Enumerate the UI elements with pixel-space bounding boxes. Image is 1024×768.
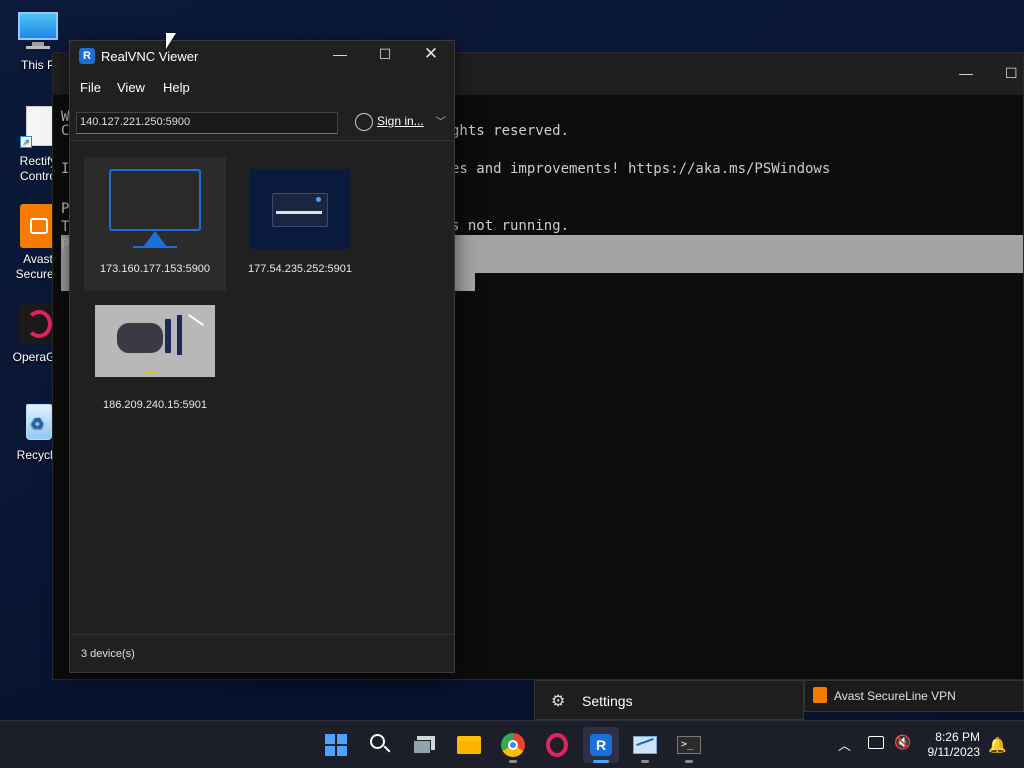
device-thumbnail	[95, 305, 215, 377]
monitor-icon	[105, 169, 225, 248]
menu-view[interactable]: View	[117, 80, 145, 95]
notification-bell-icon[interactable]: 🔔	[988, 736, 1007, 754]
terminal-icon: >_	[677, 736, 701, 754]
monitor-icon	[16, 10, 60, 54]
avast-label: Avast SecureLine VPN	[834, 689, 956, 703]
terminal-line: s not running.	[451, 218, 570, 234]
realvnc-app-icon: R	[79, 48, 95, 64]
address-input[interactable]: 140.127.221.250:5900	[76, 112, 338, 134]
taskbar: R >_ ︿ 🔇 8:26 PM 9/11/2023 🔔	[0, 720, 1024, 768]
sign-in-button[interactable]: Sign in... ﹀	[355, 113, 446, 131]
menu-bar: File View Help	[70, 71, 454, 101]
device-label: 177.54.235.252:5901	[248, 263, 352, 275]
volume-muted-icon[interactable]: 🔇	[894, 734, 911, 751]
search-button[interactable]	[362, 727, 398, 763]
avast-vpn-icon	[813, 687, 827, 703]
sign-in-label: Sign in...	[377, 114, 424, 129]
network-icon[interactable]	[868, 736, 884, 749]
maximize-icon[interactable]: ☐	[370, 46, 400, 63]
realvnc-taskbar-button[interactable]: R	[583, 727, 619, 763]
menu-help[interactable]: Help	[163, 80, 190, 95]
address-row: 140.127.221.250:5900 Sign in... ﹀	[70, 101, 454, 141]
close-icon[interactable]: ✕	[416, 44, 446, 64]
device-tile[interactable]: 177.54.235.252:5901	[229, 157, 371, 291]
terminal-line: ghts reserved.	[451, 123, 570, 139]
vnc-titlebar[interactable]: R RealVNC Viewer — ☐ ✕	[70, 41, 454, 71]
avast-popup[interactable]: Avast SecureLine VPN	[804, 680, 1024, 712]
clock-time: 8:26 PM	[935, 730, 980, 744]
realvnc-app-icon: R	[590, 734, 612, 756]
menu-file[interactable]: File	[80, 80, 101, 95]
clock[interactable]: 8:26 PM 9/11/2023	[928, 730, 981, 760]
terminal-line: es and improvements! https://aka.ms/PSWi…	[451, 161, 831, 177]
user-icon	[355, 113, 373, 131]
device-thumbnail	[250, 169, 350, 249]
device-label: 173.160.177.153:5900	[99, 263, 211, 275]
clock-date: 9/11/2023	[927, 745, 981, 759]
chevron-down-icon: ﹀	[435, 117, 446, 129]
device-label: 186.209.240.15:5901	[103, 399, 207, 411]
realvnc-viewer-window[interactable]: R RealVNC Viewer — ☐ ✕ File View Help 14…	[69, 40, 455, 673]
device-tile[interactable]: 186.209.240.15:5901	[84, 293, 226, 427]
window-title: RealVNC Viewer	[101, 49, 199, 64]
minimize-icon[interactable]: —	[325, 46, 355, 62]
minimize-icon[interactable]: —	[959, 65, 973, 81]
monitor-app-button[interactable]	[627, 727, 663, 763]
device-tile[interactable]: 173.160.177.153:5900	[84, 157, 226, 291]
task-view-button[interactable]	[407, 727, 443, 763]
mouse-cursor-icon	[166, 33, 176, 49]
terminal-taskbar-button[interactable]: >_	[671, 727, 707, 763]
status-bar: 3 device(s)	[70, 634, 454, 672]
chrome-button[interactable]	[495, 727, 531, 763]
maximize-icon[interactable]: ☐	[1005, 65, 1018, 82]
start-button[interactable]	[318, 727, 354, 763]
settings-label: Settings	[582, 693, 633, 709]
gear-icon: ⚙	[551, 693, 566, 710]
chevron-up-icon[interactable]: ︿	[838, 735, 851, 754]
opera-gx-icon	[546, 733, 568, 757]
opera-gx-button[interactable]	[539, 727, 575, 763]
settings-popup[interactable]: ⚙ Settings	[534, 680, 804, 720]
file-explorer-button[interactable]	[451, 727, 487, 763]
